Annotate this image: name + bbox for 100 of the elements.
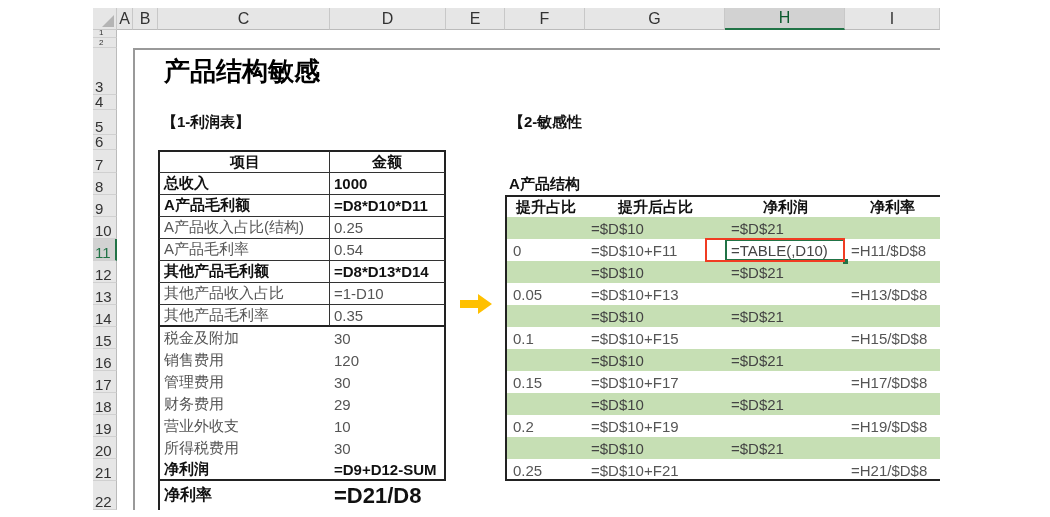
table-cell-text: =$D$21 — [730, 394, 785, 415]
table-cell: 管理费用 — [158, 371, 330, 393]
table-cell-text: =H13/$D$8 — [850, 284, 929, 305]
table-cell: 30 — [330, 371, 446, 393]
table-cell-text: =$D$10+F17 — [590, 372, 680, 393]
row-header[interactable]: 17 — [93, 371, 117, 393]
column-header[interactable]: I — [845, 8, 940, 30]
table-cell-text: =$D$21 — [730, 438, 785, 459]
row-header[interactable]: 4 — [93, 95, 117, 110]
table-cell: 所得税费用 — [158, 437, 330, 459]
right-arrow-icon — [459, 294, 492, 314]
column-header[interactable]: H — [725, 8, 845, 30]
table-cell: =TABLE(,D10) — [725, 239, 845, 261]
row-header[interactable]: 7 — [93, 150, 117, 173]
row-header[interactable]: 3 — [93, 48, 117, 95]
table-cell: 120 — [330, 349, 446, 371]
row-header[interactable]: 18 — [93, 393, 117, 415]
table-cell-text: =D21/D8 — [333, 481, 423, 510]
row-header[interactable]: 20 — [93, 437, 117, 459]
column-header[interactable]: B — [133, 8, 158, 30]
row-header[interactable]: 19 — [93, 415, 117, 437]
row-header[interactable]: 12 — [93, 261, 117, 283]
table-cell-text: 0.25 — [512, 460, 544, 481]
table-cell-text: 0.15 — [512, 372, 544, 393]
table-cell-text: =$D$21 — [730, 306, 785, 327]
table-header-cell: 金额 — [330, 150, 446, 173]
row-header[interactable]: 14 — [93, 305, 117, 327]
section-heading: 【2-敏感性 — [508, 112, 584, 132]
table-cell-text: =$D$10+F11 — [590, 240, 679, 261]
column-header[interactable]: G — [585, 8, 725, 30]
table-cell: =D8*D13*D14 — [330, 261, 446, 283]
table-cell-text: 0.05 — [512, 284, 544, 305]
table-cell: 0.25 — [330, 217, 446, 239]
table-cell-text: =$D$10+F15 — [590, 328, 680, 349]
row-header[interactable]: 6 — [93, 135, 117, 150]
row-header[interactable]: 2 — [93, 38, 117, 48]
table-cell-text: =H19/$D$8 — [850, 416, 929, 437]
sheet-title: 产品结构敏感 — [163, 55, 321, 88]
table-cell-text: =$D$10 — [590, 218, 645, 239]
table-cell: =D8*D10*D11 — [330, 195, 446, 217]
table-cell-text: =H11/$D$8 — [850, 240, 928, 261]
table-cell-text: =$D$21 — [730, 218, 785, 239]
row-header[interactable]: 16 — [93, 349, 117, 371]
table-cell: 净利润 — [158, 459, 330, 481]
row-header[interactable]: 21 — [93, 459, 117, 481]
table-cell: A产品毛利率 — [158, 239, 330, 261]
row-header[interactable]: 15 — [93, 327, 117, 349]
table-cell-text: =$D$10 — [590, 262, 645, 283]
table-cell: 1000 — [330, 173, 446, 195]
triangle-icon — [102, 15, 114, 27]
table-cell: A产品收入占比(结构) — [158, 217, 330, 239]
select-all-corner[interactable] — [93, 8, 117, 30]
table-cell-text: 0.1 — [512, 328, 535, 349]
table-header-cell: 项目 — [158, 150, 330, 173]
table-caption: A产品结构 — [508, 173, 581, 194]
row-header[interactable]: 22 — [93, 481, 117, 510]
table-cell: 其他产品毛利率 — [158, 305, 330, 327]
table-cell: 税金及附加 — [158, 327, 330, 349]
table-cell-text: =$D$21 — [730, 350, 785, 371]
table-cell: 营业外收支 — [158, 415, 330, 437]
row-header[interactable]: 8 — [93, 173, 117, 195]
table-cell: 30 — [330, 327, 446, 349]
table-cell: 总收入 — [158, 173, 330, 195]
table-cell: =D9+D12-SUM — [330, 459, 446, 481]
table-cell-text: =$D$10 — [590, 350, 645, 371]
table-cell-text: 0 — [512, 240, 523, 261]
table-cell: 财务费用 — [158, 393, 330, 415]
table-cell-text: =$D$10+F21 — [590, 460, 680, 481]
table-cell-text: =$D$10 — [590, 394, 645, 415]
table-cell-text: =H17/$D$8 — [850, 372, 929, 393]
table-cell: 其他产品收入占比 — [158, 283, 330, 305]
table-cell-text: =H15/$D$8 — [850, 328, 929, 349]
table-cell-text: 0.2 — [512, 416, 535, 437]
table-cell-text: =$D$10+F19 — [590, 416, 680, 437]
row-header[interactable]: 9 — [93, 195, 117, 217]
column-header[interactable]: E — [446, 8, 505, 30]
table-cell: 0.35 — [330, 305, 446, 327]
row-header[interactable]: 5 — [93, 110, 117, 135]
table-cell-text: =H21/$D$8 — [850, 460, 929, 481]
row-header[interactable]: 11 — [93, 239, 117, 261]
table-cell: 10 — [330, 415, 446, 437]
table-cell: 29 — [330, 393, 446, 415]
table-cell-text: =$D$21 — [730, 262, 785, 283]
table-cell-text: =$D$10 — [590, 306, 645, 327]
row-header[interactable]: 10 — [93, 217, 117, 239]
row-header[interactable]: 13 — [93, 283, 117, 305]
table-cell: 30 — [330, 437, 446, 459]
column-header[interactable]: A — [117, 8, 133, 30]
table-cell-text: =$D$10+F13 — [590, 284, 680, 305]
table-cell-text: =$D$10 — [590, 438, 645, 459]
section-heading: 【1-利润表】 — [161, 112, 252, 132]
table-cell: 0.54 — [330, 239, 446, 261]
table-cell: 其他产品毛利额 — [158, 261, 330, 283]
column-header[interactable]: D — [330, 8, 446, 30]
table-cell: A产品毛利额 — [158, 195, 330, 217]
table-cell: 销售费用 — [158, 349, 330, 371]
column-header[interactable]: C — [158, 8, 330, 30]
table-cell: 净利率 — [158, 481, 330, 510]
row-header[interactable]: 1 — [93, 30, 117, 38]
column-header[interactable]: F — [505, 8, 585, 30]
